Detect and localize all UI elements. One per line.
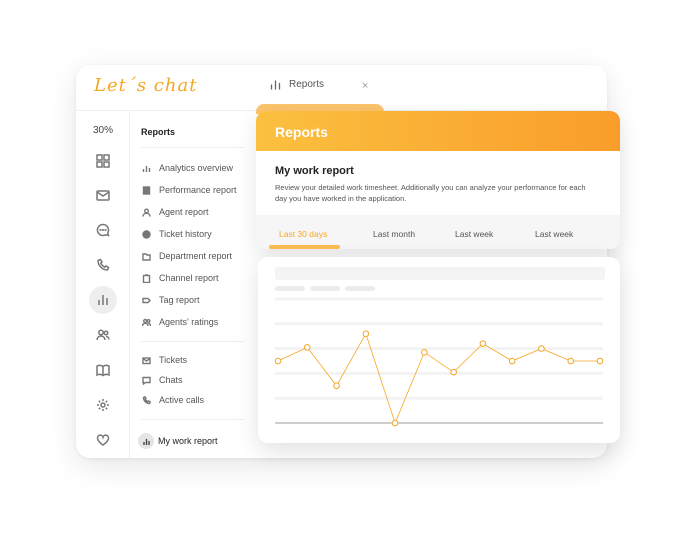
data-point[interactable] — [362, 330, 370, 338]
chart-card — [258, 257, 620, 443]
ticket-icon — [142, 229, 151, 239]
nav-item-analytics-overview[interactable]: Analytics overview — [142, 163, 233, 173]
book-icon[interactable] — [89, 356, 117, 384]
tab-last-30-days[interactable]: Last 30 days — [279, 229, 327, 239]
nav-item-channel-report[interactable]: Channel report — [142, 273, 219, 283]
reports-card: Reports My work report Review your detai… — [256, 111, 620, 249]
active-tab-underline — [269, 245, 340, 249]
reports-icon[interactable] — [89, 286, 117, 314]
gear-icon[interactable] — [89, 391, 117, 419]
envelope-icon — [142, 356, 151, 365]
user-icon — [142, 208, 151, 217]
tag-icon — [142, 296, 151, 305]
data-point[interactable] — [421, 349, 428, 356]
nav-item-performance-report[interactable]: Performance report — [142, 185, 237, 195]
heart-icon[interactable] — [89, 426, 117, 454]
divider — [141, 341, 244, 342]
tab-label: Reports — [289, 79, 325, 90]
nav-item-active-calls[interactable]: Active calls — [142, 395, 204, 405]
nav-title: Reports — [141, 127, 176, 137]
folder-icon — [142, 252, 151, 261]
nav-item-ticket-history[interactable]: Ticket history — [142, 229, 212, 239]
period-tabs: Last 30 days Last month Last week Last w… — [256, 215, 620, 249]
page-description: Review your detailed work timesheet. Add… — [275, 183, 586, 203]
users-icon[interactable] — [89, 321, 117, 349]
nav-item-chats[interactable]: Chats — [142, 375, 183, 385]
icon-rail: 30% — [76, 111, 130, 458]
envelope-icon[interactable] — [89, 181, 117, 209]
reports-header-title: Reports — [275, 124, 328, 140]
nav-item-my-work-report[interactable]: My work report — [138, 433, 218, 449]
chat-icon[interactable] — [89, 216, 117, 244]
data-point[interactable] — [450, 368, 457, 376]
clipboard-icon — [142, 273, 151, 283]
data-point[interactable] — [596, 357, 604, 365]
document-icon — [142, 185, 151, 195]
logo: Let´s chat — [94, 75, 198, 96]
tab-last-week[interactable]: Last week — [455, 229, 493, 239]
nav-item-tag-report[interactable]: Tag report — [142, 295, 200, 305]
reports-header: Reports — [256, 111, 620, 151]
tab-last-week-2[interactable]: Last week — [535, 229, 573, 239]
bar-chart-icon — [270, 80, 281, 90]
close-icon[interactable]: × — [362, 80, 368, 92]
nav-item-agents-ratings[interactable]: Agents' ratings — [142, 317, 218, 327]
data-point[interactable] — [538, 345, 545, 352]
zoom-level: 30% — [92, 125, 113, 136]
data-point[interactable] — [303, 344, 311, 351]
chat-icon — [142, 376, 151, 385]
line-chart — [274, 297, 604, 427]
dashboard-icon[interactable] — [89, 147, 117, 175]
stage: Let´s chat Reports × 30% Reports Analyti… — [0, 0, 692, 548]
nav-item-department-report[interactable]: Department report — [142, 251, 232, 261]
data-point[interactable] — [274, 357, 282, 365]
nav-item-tickets[interactable]: Tickets — [142, 355, 187, 365]
data-point[interactable] — [333, 382, 340, 390]
divider — [141, 419, 244, 420]
phone-icon — [142, 395, 151, 405]
reports-nav: Reports Analytics overview Performance r… — [130, 111, 254, 458]
page-title: My work report — [275, 165, 354, 177]
bar-chart-icon — [138, 433, 154, 449]
data-point[interactable] — [508, 357, 516, 365]
divider — [141, 147, 244, 148]
users-icon — [142, 318, 151, 327]
phone-icon[interactable] — [89, 251, 117, 279]
bar-chart-icon — [142, 164, 151, 173]
data-point[interactable] — [479, 340, 487, 347]
data-point[interactable] — [567, 357, 575, 365]
data-point[interactable] — [391, 419, 399, 427]
nav-item-agent-report[interactable]: Agent report — [142, 207, 209, 217]
tab-reports[interactable]: Reports × — [270, 79, 368, 92]
tab-last-month[interactable]: Last month — [373, 229, 415, 239]
